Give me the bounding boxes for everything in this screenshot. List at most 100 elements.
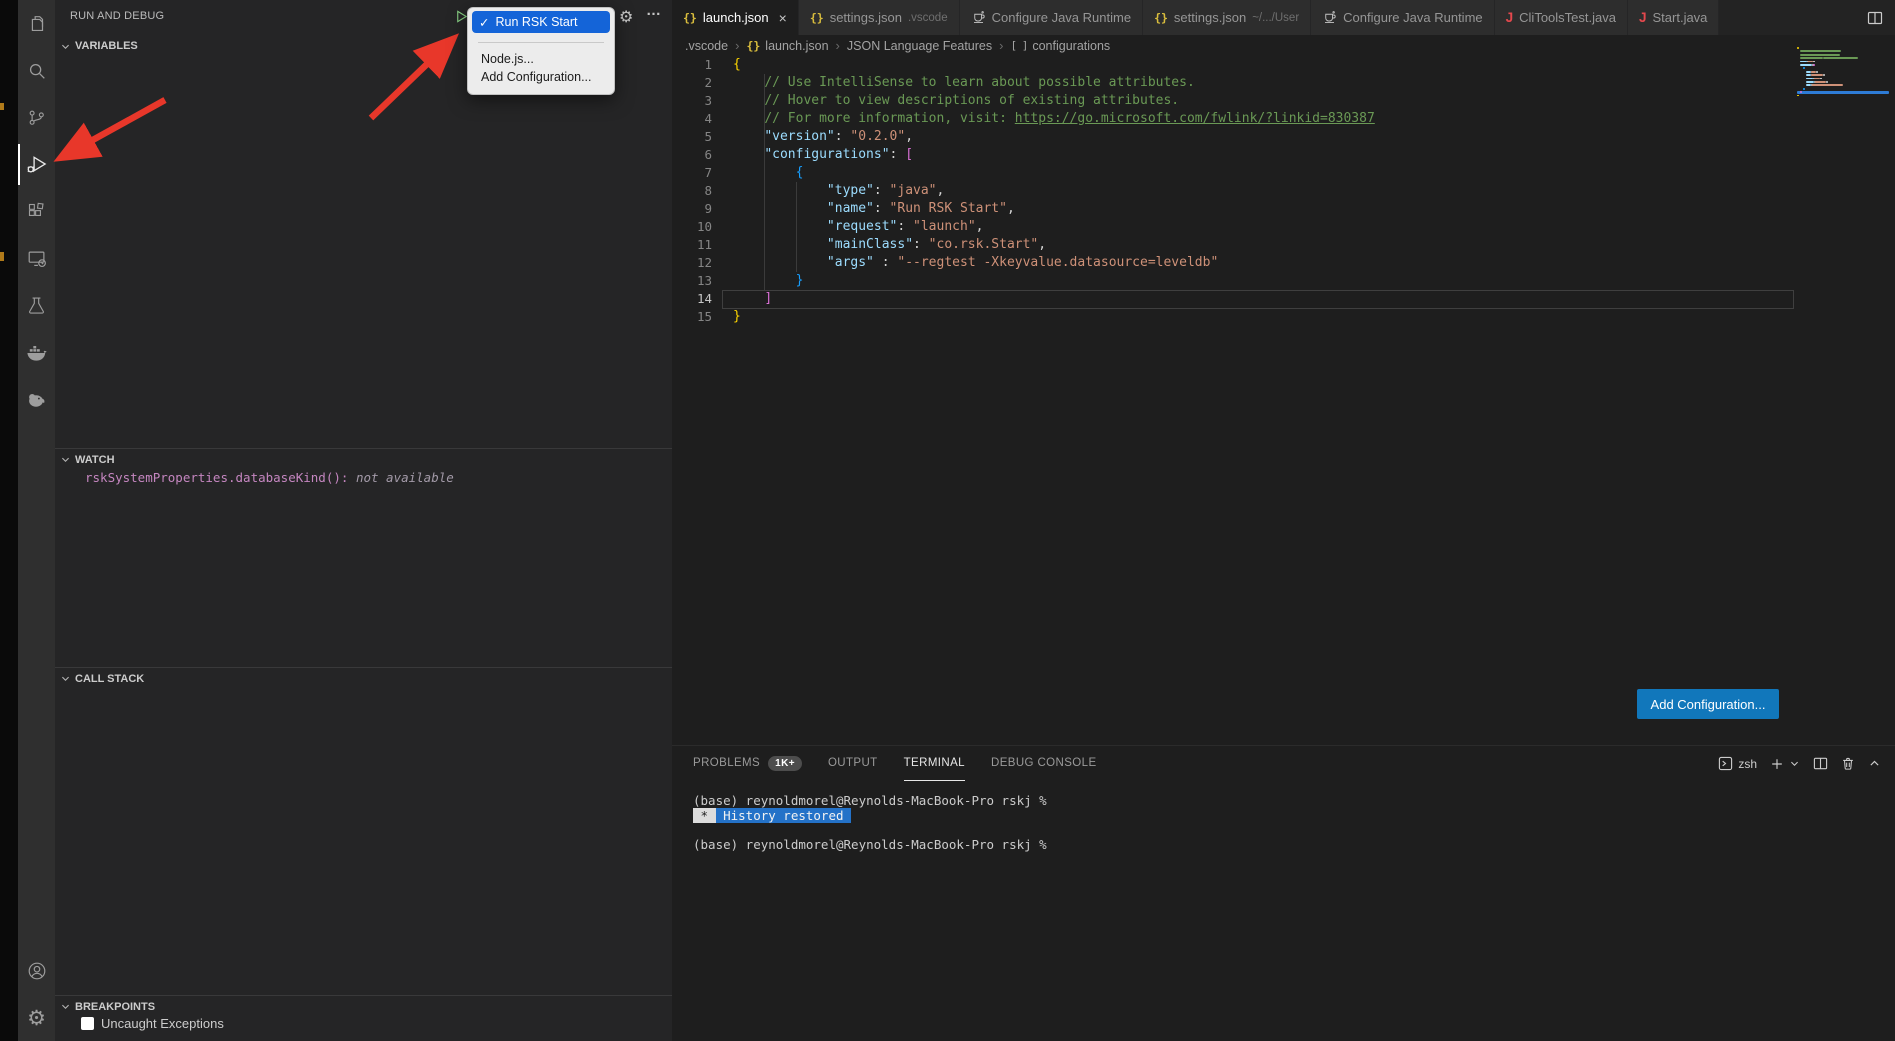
kill-terminal-button[interactable] — [1841, 756, 1855, 771]
code-line-10[interactable]: 10 "request": "launch", — [672, 218, 1895, 236]
line-number: 12 — [672, 254, 712, 272]
minimap-line — [1823, 74, 1825, 76]
breakpoint-checkbox[interactable] — [81, 1017, 94, 1030]
java-cup-icon — [1322, 9, 1337, 27]
activity-run-and-debug-icon[interactable] — [18, 141, 55, 188]
chevron-up-icon — [1868, 757, 1881, 770]
editor-tab-settings-json[interactable]: {}settings.json.vscode — [799, 0, 960, 35]
terminal-line: (base) reynoldmorel@Reynolds-MacBook-Pro… — [693, 794, 1047, 809]
json-braces-icon: {} — [746, 39, 760, 53]
maximize-panel-button[interactable] — [1868, 757, 1881, 770]
section-header-watch[interactable]: WATCH — [55, 448, 672, 470]
editor-tab-start-java[interactable]: JStart.java — [1628, 0, 1719, 35]
tab-label: Configure Java Runtime — [992, 10, 1131, 25]
split-editor-button[interactable] — [1867, 0, 1895, 35]
breadcrumb-item-launch-json[interactable]: {} launch.json — [746, 39, 828, 53]
code-line-6[interactable]: 6 "configurations": [ — [672, 146, 1895, 164]
minimap-line — [1806, 71, 1811, 73]
minimap-line — [1800, 57, 1823, 59]
activity-search-icon[interactable] — [18, 47, 55, 94]
activity-accounts-icon[interactable] — [18, 947, 55, 994]
minimap[interactable] — [1797, 47, 1889, 119]
section-header-breakpoints[interactable]: BREAKPOINTS — [55, 995, 672, 1017]
editor-tab-settings-json[interactable]: {}settings.json~/.../User — [1143, 0, 1311, 35]
code-text: { — [733, 164, 803, 182]
activity-extensions-icon[interactable] — [18, 188, 55, 235]
code-text: "name": "Run RSK Start", — [733, 200, 1015, 218]
new-terminal-button[interactable] — [1770, 757, 1800, 771]
panel-tab-output[interactable]: OUTPUT — [828, 746, 878, 781]
breadcrumb-item--vscode[interactable]: .vscode — [685, 39, 728, 53]
panel-tab-label: OUTPUT — [828, 757, 878, 769]
code-line-14[interactable]: 14 ] — [672, 290, 1895, 308]
menu-item-run-rsk-start[interactable]: ✓ Run RSK Start — [472, 11, 610, 33]
code-line-5[interactable]: 5 "version": "0.2.0", — [672, 128, 1895, 146]
code-text: } — [733, 272, 803, 290]
breadcrumb-label: .vscode — [685, 39, 728, 53]
watch-value: not available — [356, 470, 454, 485]
code-text: "version": "0.2.0", — [733, 128, 913, 146]
line-number: 9 — [672, 200, 712, 218]
code-text: "configurations": [ — [733, 146, 913, 164]
watch-expression-row[interactable]: rskSystemProperties.databaseKind(): not … — [85, 470, 454, 485]
tab-detail: ~/.../User — [1252, 12, 1299, 24]
breadcrumb-label: configurations — [1032, 39, 1110, 53]
breakpoint-row-uncaught-exceptions[interactable]: Uncaught Exceptions — [81, 1016, 224, 1031]
editor-tab-configure-java-runtime[interactable]: Configure Java Runtime — [1311, 0, 1494, 35]
editor-tab-configure-java-runtime[interactable]: Configure Java Runtime — [960, 0, 1143, 35]
debug-settings-gear-icon[interactable]: ⚙ — [619, 7, 633, 26]
menu-item-add-configuration[interactable]: Add Configuration... — [468, 68, 614, 86]
minimap-line — [1813, 64, 1815, 66]
activity-testing-icon[interactable] — [18, 282, 55, 329]
array-brackets-icon: [ ] — [1010, 39, 1027, 52]
chevron-down-icon[interactable] — [1789, 758, 1800, 769]
tab-label: CliToolsTest.java — [1519, 10, 1616, 25]
panel-tab-terminal[interactable]: TERMINAL — [904, 746, 965, 781]
code-line-4[interactable]: 4 // For more information, visit: https:… — [672, 110, 1895, 128]
code-line-2[interactable]: 2 // Use IntelliSense to learn about pos… — [672, 74, 1895, 92]
panel-tab-problems[interactable]: PROBLEMS1K+ — [693, 746, 802, 781]
code-line-8[interactable]: 8 "type": "java", — [672, 182, 1895, 200]
line-number: 8 — [672, 182, 712, 200]
breadcrumb-label: JSON Language Features — [847, 39, 992, 53]
code-line-1[interactable]: 1{ — [672, 56, 1895, 74]
terminal-output[interactable]: (base) reynoldmorel@Reynolds-MacBook-Pro… — [693, 794, 1047, 853]
activity-source-control-icon[interactable] — [18, 94, 55, 141]
activity-settings-icon[interactable]: ⚙ — [18, 994, 55, 1041]
java-cup-icon — [971, 9, 986, 27]
activity-docker-icon[interactable] — [18, 329, 55, 376]
code-line-3[interactable]: 3 // Hover to view descriptions of exist… — [672, 92, 1895, 110]
activity-explorer-icon[interactable] — [18, 0, 55, 47]
split-terminal-button[interactable] — [1813, 756, 1828, 771]
breadcrumb-label: launch.json — [765, 39, 828, 53]
code-line-7[interactable]: 7 { — [672, 164, 1895, 182]
add-configuration-button[interactable]: Add Configuration... — [1637, 689, 1779, 719]
code-line-15[interactable]: 15} — [672, 308, 1895, 326]
activity-gradle-elephant-icon[interactable] — [18, 376, 55, 423]
breadcrumb-item-json-language-features[interactable]: JSON Language Features — [847, 39, 992, 53]
code-line-9[interactable]: 9 "name": "Run RSK Start", — [672, 200, 1895, 218]
editor-tab-clitoolstest-java[interactable]: JCliToolsTest.java — [1495, 0, 1628, 35]
code-line-12[interactable]: 12 "args" : "--regtest -Xkeyvalue.dataso… — [672, 254, 1895, 272]
panel-tab-debug-console[interactable]: DEBUG CONSOLE — [991, 746, 1097, 781]
more-actions-icon[interactable]: … — [646, 2, 661, 19]
close-icon[interactable]: × — [779, 10, 787, 26]
desktop-edge-strip — [0, 0, 18, 1041]
terminal-shell-selector[interactable]: zsh — [1718, 756, 1757, 771]
code-line-13[interactable]: 13 } — [672, 272, 1895, 290]
config-dropdown-menu: ✓ Run RSK Start Node.js... Add Configura… — [467, 7, 615, 95]
editor-tab-launch-json[interactable]: {}launch.json× — [672, 0, 799, 35]
tab-label: settings.json — [1174, 10, 1246, 25]
minimap-line — [1800, 54, 1840, 56]
line-number: 2 — [672, 74, 712, 92]
section-header-call-stack[interactable]: CALL STACK — [55, 667, 672, 689]
code-line-11[interactable]: 11 "mainClass": "co.rsk.Start", — [672, 236, 1895, 254]
breadcrumb-item-configurations[interactable]: [ ] configurations — [1010, 39, 1110, 53]
panel-tab-label: PROBLEMS — [693, 757, 760, 769]
code-editor[interactable]: 1{2 // Use IntelliSense to learn about p… — [672, 56, 1895, 326]
activity-remote-explorer-icon[interactable] — [18, 235, 55, 282]
section-label: VARIABLES — [75, 40, 138, 52]
menu-item-nodejs[interactable]: Node.js... — [468, 50, 614, 68]
line-number: 6 — [672, 146, 712, 164]
code-text: } — [733, 308, 741, 326]
